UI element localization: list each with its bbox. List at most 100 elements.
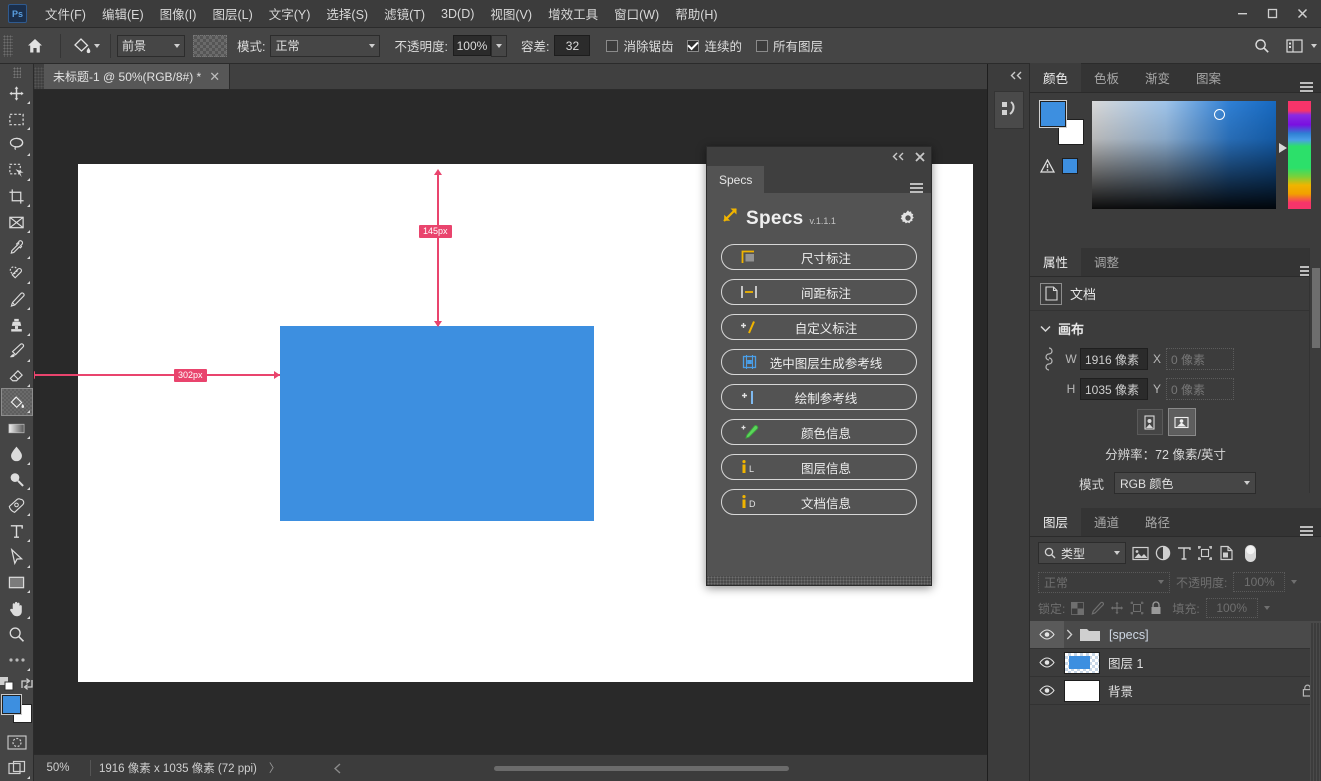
eraser-tool[interactable]	[2, 364, 32, 390]
lock-all-icon[interactable]	[1150, 601, 1162, 615]
color-field[interactable]	[1092, 101, 1277, 209]
table-row[interactable]: 图层 1	[1030, 649, 1321, 677]
object-selection-tool[interactable]	[2, 158, 32, 184]
tab-layers[interactable]: 图层	[1030, 507, 1082, 536]
menu-plugins[interactable]: 增效工具	[540, 0, 606, 27]
hue-slider-marker[interactable]	[1279, 143, 1288, 153]
foreground-color-swatch[interactable]	[1039, 100, 1067, 128]
specs-resize-grip[interactable]	[707, 576, 931, 585]
specs-title-bar[interactable]	[707, 147, 931, 166]
close-button[interactable]	[1287, 2, 1317, 24]
zoom-tool[interactable]	[2, 621, 32, 647]
tab-paths[interactable]: 路径	[1132, 507, 1183, 536]
hamburger-icon[interactable]	[910, 183, 923, 193]
rail-collapse[interactable]	[988, 64, 1029, 86]
menu-edit[interactable]: 编辑(E)	[94, 0, 152, 27]
y-input[interactable]: 0 像素	[1166, 378, 1234, 400]
antialias-checkbox[interactable]: 消除锯齿	[606, 36, 673, 55]
menu-select[interactable]: 选择(S)	[318, 0, 376, 27]
move-tool[interactable]	[2, 80, 32, 106]
chevron-down-icon[interactable]	[1291, 580, 1298, 584]
toolbar-grip[interactable]	[12, 67, 21, 79]
hand-tool[interactable]	[2, 595, 32, 621]
paint-bucket-tool[interactable]	[0, 388, 33, 417]
width-input[interactable]: 1916 像素	[1080, 348, 1148, 370]
lock-position-icon[interactable]	[1110, 601, 1124, 615]
active-tool-icon[interactable]	[67, 34, 104, 58]
table-row[interactable]: [specs]	[1030, 621, 1321, 649]
marquee-tool[interactable]	[2, 106, 32, 132]
clone-stamp-tool[interactable]	[2, 312, 32, 338]
canvas-section-header[interactable]: 画布	[1030, 311, 1321, 342]
lasso-tool[interactable]	[2, 132, 32, 158]
menu-filter[interactable]: 滤镜(T)	[376, 0, 433, 27]
layer-info-button[interactable]: L 图层信息	[721, 454, 917, 480]
tab-swatches[interactable]: 色板	[1081, 63, 1132, 92]
chevron-down-icon[interactable]	[1263, 606, 1270, 610]
healing-brush-tool[interactable]	[2, 261, 32, 287]
options-bar-grip[interactable]	[3, 34, 13, 57]
layer-filter-select[interactable]: 类型	[1038, 542, 1126, 564]
text-filter-icon[interactable]	[1177, 546, 1191, 561]
history-panel-icon[interactable]	[993, 91, 1024, 129]
search-icon[interactable]	[1247, 35, 1277, 57]
lock-transparent-icon[interactable]	[1071, 601, 1085, 615]
hue-slider[interactable]	[1279, 101, 1311, 209]
tab-color[interactable]: 颜色	[1030, 63, 1082, 92]
collapse-icon[interactable]	[892, 152, 905, 161]
custom-annotation-button[interactable]: 自定义标注	[721, 314, 917, 340]
rectangle-tool[interactable]	[2, 570, 32, 596]
quick-mask-icon[interactable]	[2, 729, 32, 755]
color-field-picker[interactable]	[1214, 109, 1225, 120]
x-input[interactable]: 0 像素	[1166, 348, 1234, 370]
workspace-icon[interactable]	[1279, 35, 1309, 57]
maximize-button[interactable]	[1257, 2, 1287, 24]
group-expand-icon[interactable]	[1066, 629, 1073, 640]
eyedropper-tool[interactable]	[2, 235, 32, 261]
path-selection-tool[interactable]	[2, 544, 32, 570]
contiguous-checkbox[interactable]: 连续的	[687, 36, 742, 55]
tab-adjustments[interactable]: 调整	[1081, 247, 1132, 276]
screen-mode-icon[interactable]	[2, 755, 32, 781]
history-brush-tool[interactable]	[2, 338, 32, 364]
layer-guides-button[interactable]: 选中图层生成参考线	[721, 349, 917, 375]
smart-object-filter-icon[interactable]	[1219, 545, 1234, 561]
layers-scrollbar[interactable]	[1310, 623, 1321, 781]
blur-tool[interactable]	[2, 441, 32, 467]
height-input[interactable]: 1035 像素	[1080, 378, 1148, 400]
menu-view[interactable]: 视图(V)	[482, 0, 540, 27]
layer-blend-mode-select[interactable]: 正常	[1038, 571, 1170, 593]
size-annotation-button[interactable]: 尺寸标注	[721, 244, 917, 270]
menu-image[interactable]: 图像(I)	[152, 0, 205, 27]
tab-channels[interactable]: 通道	[1081, 507, 1132, 536]
fill-source-select[interactable]: 前景	[117, 34, 185, 57]
foreground-background-swatches[interactable]	[0, 693, 32, 724]
layer-visibility-toggle[interactable]	[1030, 649, 1064, 676]
color-info-button[interactable]: 颜色信息	[721, 419, 917, 445]
edit-toolbar-button[interactable]	[2, 647, 32, 673]
close-icon[interactable]: ✕	[209, 70, 220, 83]
menu-type[interactable]: 文字(Y)	[261, 0, 319, 27]
chevron-down-icon[interactable]	[94, 43, 100, 48]
default-colors-icon[interactable]	[0, 676, 14, 691]
menu-window[interactable]: 窗口(W)	[606, 0, 667, 27]
specs-panel[interactable]: Specs Specs v.1.1.1 尺寸标注 间距标注 自定义标注 选中图层…	[706, 146, 932, 586]
tab-specs[interactable]: Specs	[707, 166, 765, 193]
shape-filter-icon[interactable]	[1197, 545, 1213, 561]
status-expand-icon[interactable]: 〉	[269, 760, 281, 776]
dodge-tool[interactable]	[2, 467, 32, 493]
portrait-orientation-button[interactable]	[1136, 409, 1163, 435]
lock-image-icon[interactable]	[1090, 601, 1105, 615]
web-safe-swatch[interactable]	[1062, 158, 1078, 174]
link-dimensions-icon[interactable]	[1040, 346, 1058, 372]
draw-guide-button[interactable]: 绘制参考线	[721, 384, 917, 410]
table-row[interactable]: 背景	[1030, 677, 1321, 705]
lock-artboard-icon[interactable]	[1130, 601, 1144, 615]
spacing-annotation-button[interactable]: 间距标注	[721, 279, 917, 305]
crop-tool[interactable]	[2, 183, 32, 209]
layer-visibility-toggle[interactable]	[1030, 677, 1064, 704]
pen-tool[interactable]	[2, 492, 32, 518]
blend-mode-select[interactable]: 正常	[270, 34, 381, 57]
document-tab[interactable]: 未标题-1 @ 50%(RGB/8#) * ✕	[44, 64, 231, 89]
gamut-warning-icon[interactable]	[1040, 159, 1055, 173]
